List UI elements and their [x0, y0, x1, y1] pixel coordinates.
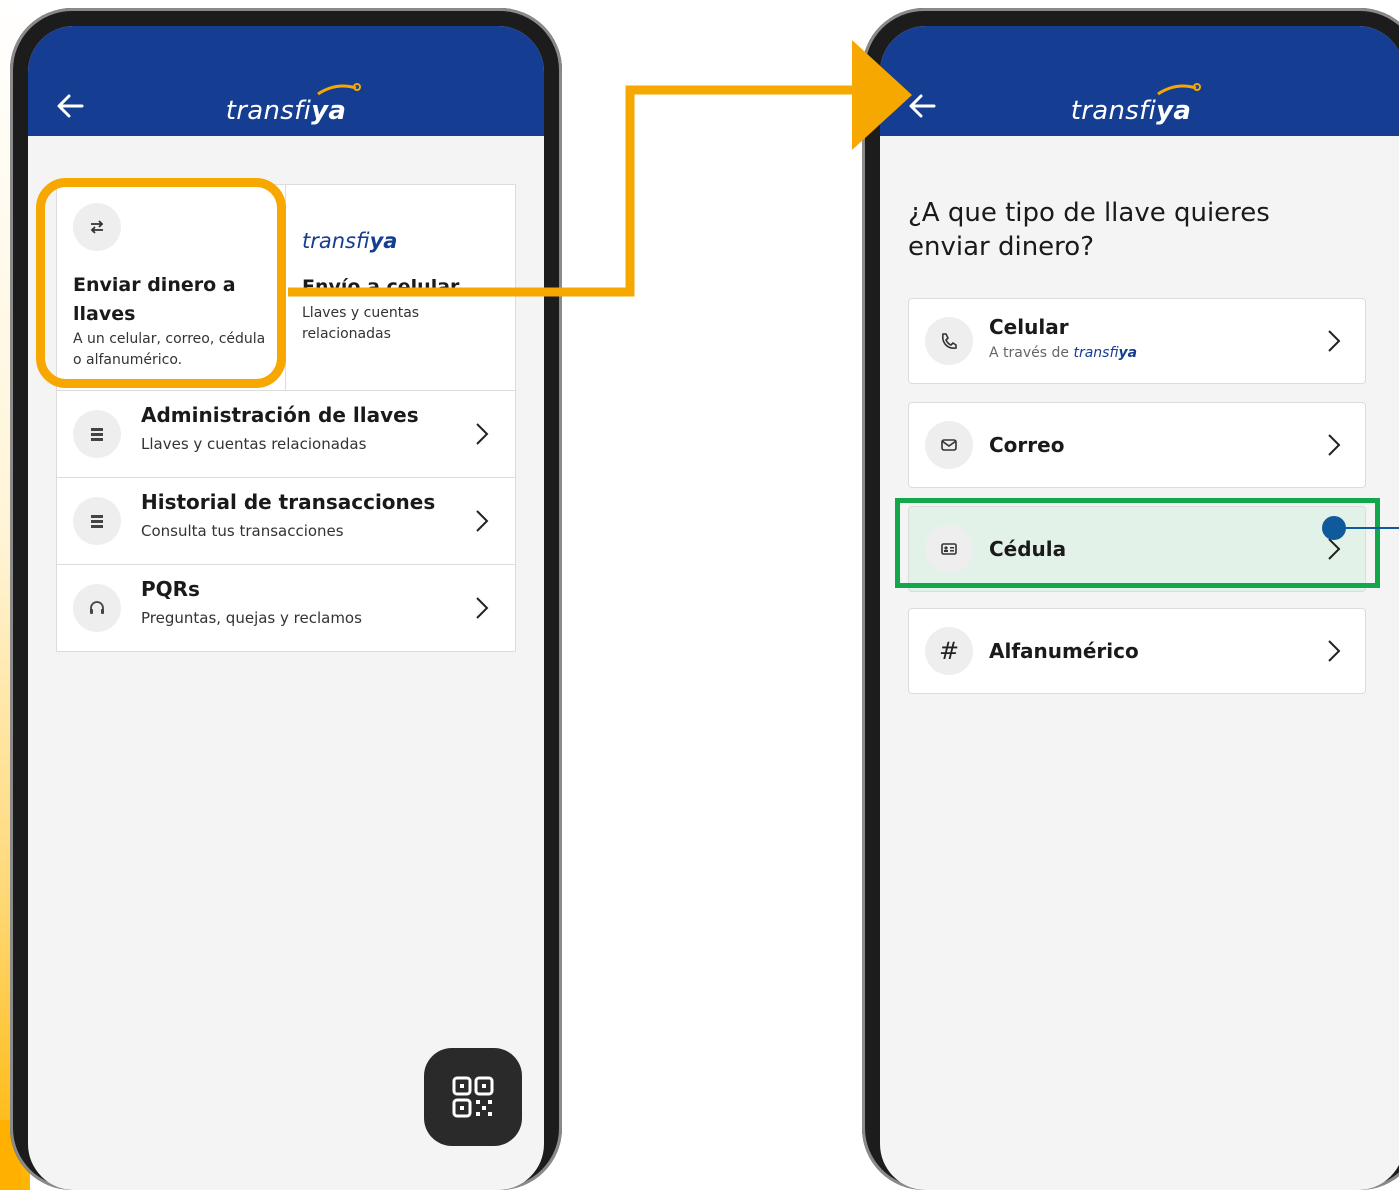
highlight-frame-cedula	[895, 498, 1380, 588]
flow-arrow	[288, 40, 912, 297]
callout-line	[1346, 527, 1399, 529]
arrow-head-icon	[852, 40, 912, 150]
callout-marker-icon	[1322, 516, 1346, 540]
